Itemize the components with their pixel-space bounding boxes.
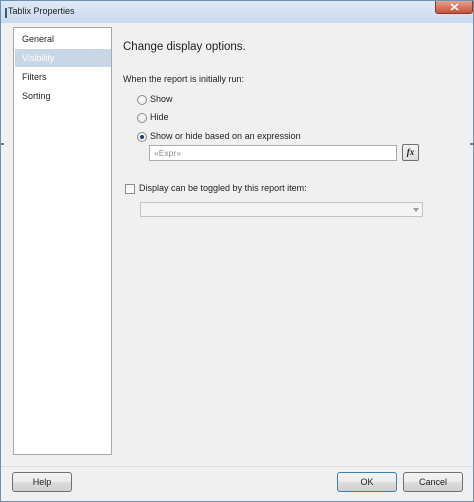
nav-item-visibility[interactable]: Visibility: [15, 49, 111, 67]
visibility-page: Change display options. When the report …: [117, 27, 462, 467]
expression-radio-label: Show or hide based on an expression: [150, 131, 301, 141]
expression-radio[interactable]: [137, 132, 147, 142]
tablix-properties-dialog: Tablix Properties General Visibility Fil…: [0, 0, 474, 502]
nav-item-sorting[interactable]: Sorting: [15, 87, 111, 105]
hide-radio[interactable]: [137, 113, 147, 123]
app-icon: [5, 8, 7, 18]
toggle-checkbox[interactable]: [125, 184, 135, 194]
cancel-button[interactable]: Cancel: [403, 472, 463, 492]
page-heading: Change display options.: [123, 41, 246, 53]
nav-item-general[interactable]: General: [15, 30, 111, 48]
title-bar[interactable]: Tablix Properties: [1, 1, 473, 23]
footer-divider: [1, 466, 473, 467]
initial-visibility-label: When the report is initially run:: [123, 74, 245, 84]
resize-grip-left: [1, 143, 4, 145]
resize-grip-right: [470, 143, 473, 145]
page-nav-list: General Visibility Filters Sorting: [13, 27, 112, 455]
expression-builder-button[interactable]: fx: [402, 144, 419, 161]
window-title: Tablix Properties: [8, 6, 75, 16]
show-radio[interactable]: [137, 95, 147, 105]
toggle-checkbox-label: Display can be toggled by this report it…: [139, 183, 307, 193]
nav-item-filters[interactable]: Filters: [15, 68, 111, 86]
ok-button[interactable]: OK: [337, 472, 397, 492]
toggle-item-dropdown[interactable]: [140, 202, 423, 217]
show-radio-label: Show: [150, 94, 173, 104]
expression-field[interactable]: «Expr»: [149, 145, 397, 161]
close-button[interactable]: [435, 1, 473, 14]
close-icon: [450, 3, 459, 11]
hide-radio-label: Hide: [150, 112, 169, 122]
chevron-down-icon: [413, 208, 419, 212]
help-button[interactable]: Help: [12, 472, 72, 492]
